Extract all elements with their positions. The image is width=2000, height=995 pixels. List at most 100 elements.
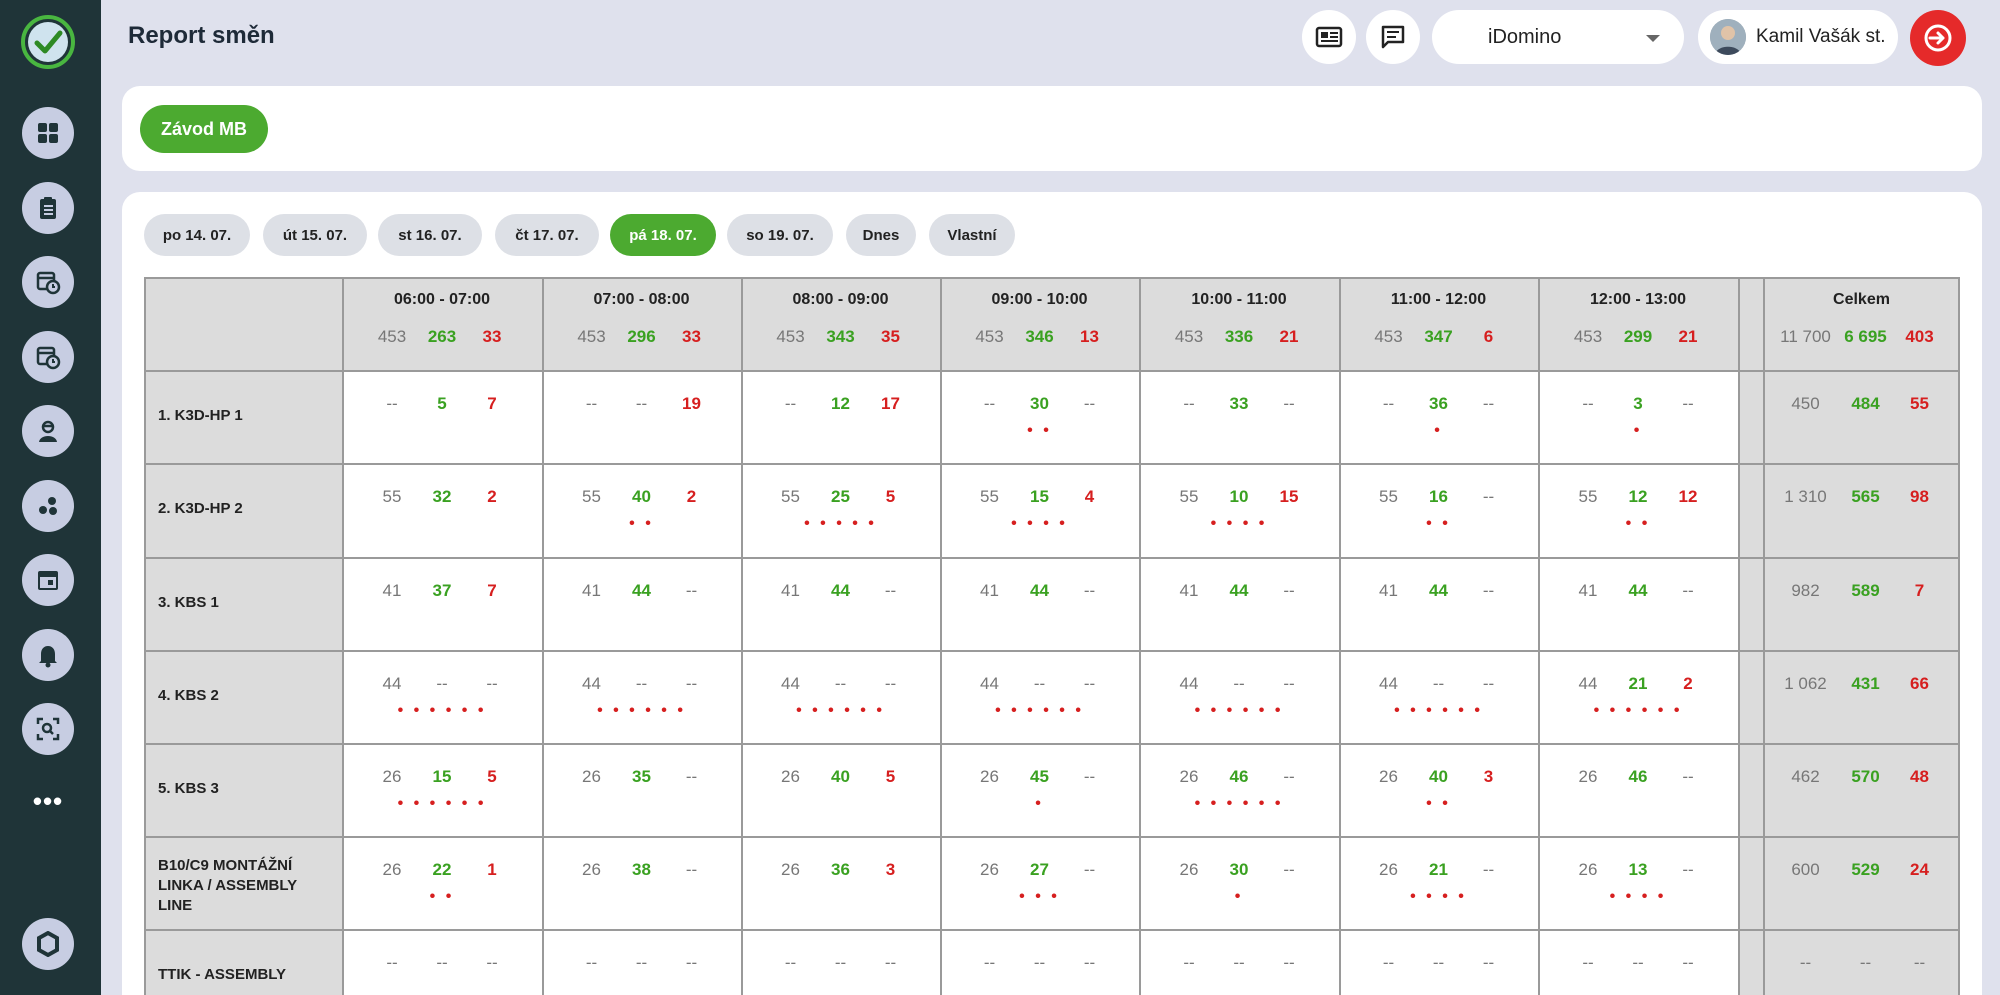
hour-plan-total: 453 xyxy=(1174,327,1204,346)
bell-icon[interactable] xyxy=(22,629,74,681)
plant-button[interactable]: Závod MB xyxy=(140,105,268,153)
day-tab[interactable]: pá 18. 07. xyxy=(610,214,716,256)
hour-bad-total: 13 xyxy=(1080,327,1099,346)
worker-icon[interactable] xyxy=(22,405,74,457)
settings-icon[interactable] xyxy=(22,918,74,970)
good-value: 33 xyxy=(1229,394,1249,413)
row-scrap-total: 48 xyxy=(1910,767,1929,786)
day-tab[interactable]: Vlastní xyxy=(929,214,1015,256)
row-divider xyxy=(144,370,1960,372)
scrap-value: -- xyxy=(1682,860,1694,879)
dots-cluster-icon[interactable] xyxy=(22,480,74,532)
day-tab[interactable]: út 15. 07. xyxy=(263,214,367,256)
scan-icon[interactable] xyxy=(22,703,74,755)
plan-value: 26 xyxy=(382,860,402,879)
plan-value: 26 xyxy=(582,860,601,879)
scrap-value: -- xyxy=(685,674,698,693)
plan-value: 26 xyxy=(781,860,800,879)
company-select-value: iDomino xyxy=(1488,25,1562,48)
shift-report-card: po 14. 07. út 15. 07. st 16. 07. čt 17. 07.… xyxy=(122,192,1982,995)
hour-column-header: 09:00 - 10:00 xyxy=(991,291,1088,308)
plan-value: -- xyxy=(784,953,797,972)
scrap-value: -- xyxy=(1682,767,1694,786)
good-value: -- xyxy=(635,394,648,413)
plan-value: 26 xyxy=(1179,767,1199,786)
good-value: 22 xyxy=(432,860,452,879)
plan-value: -- xyxy=(386,394,398,413)
more-menu-icon[interactable]: ••• xyxy=(22,786,74,816)
scrap-value: 7 xyxy=(487,394,497,413)
good-value: 40 xyxy=(831,767,850,786)
plan-value: 55 xyxy=(382,487,402,506)
calendar-clock-icon[interactable] xyxy=(22,256,74,308)
column-divider xyxy=(542,277,544,995)
row-plan-total: 1 310 xyxy=(1784,487,1827,506)
stoppage-dots: • • • • • • xyxy=(1194,795,1284,812)
hour-column-header: 12:00 - 13:00 xyxy=(1589,291,1687,308)
stoppage-dots: • • • • xyxy=(1210,515,1268,532)
app-logo-icon[interactable] xyxy=(20,14,76,70)
report-view-icon[interactable] xyxy=(1302,10,1356,64)
stoppage-dots: • • xyxy=(629,515,654,532)
hour-good-total: 299 xyxy=(1623,327,1653,346)
scrap-value: -- xyxy=(486,674,498,693)
user-name: Kamil Vašák st. xyxy=(1756,26,1886,47)
company-select[interactable]: iDomino xyxy=(1432,10,1684,64)
hour-good-total: 296 xyxy=(627,327,656,346)
schedule-icon[interactable] xyxy=(22,331,74,383)
row-label: B10/C9 MONTÁŽNÍ LINKA / ASSEMBLY LINE xyxy=(158,857,297,914)
scrap-value: -- xyxy=(1083,581,1096,600)
plan-value: 44 xyxy=(382,674,402,693)
column-divider xyxy=(144,277,146,995)
row-divider xyxy=(144,836,1960,838)
row-plan-total: 462 xyxy=(1791,767,1820,786)
hour-good-total: 347 xyxy=(1424,327,1453,346)
scrap-value: -- xyxy=(1283,860,1295,879)
hour-column-header: 10:00 - 11:00 xyxy=(1191,291,1287,308)
row-scrap-total: 55 xyxy=(1910,394,1929,413)
plan-value: 26 xyxy=(1379,767,1398,786)
good-value: 21 xyxy=(1429,860,1448,879)
good-value: 40 xyxy=(1429,767,1448,786)
chat-icon[interactable] xyxy=(1366,10,1420,64)
row-scrap-total: 24 xyxy=(1910,860,1929,879)
row-label: 5. KBS 3 xyxy=(158,780,219,797)
row-plan-total: 982 xyxy=(1791,581,1820,600)
column-divider xyxy=(940,277,942,995)
stoppage-dots: • • xyxy=(1625,515,1651,532)
plan-value: 26 xyxy=(1179,860,1199,879)
dashboard-icon[interactable] xyxy=(22,107,74,159)
day-tab[interactable]: Dnes xyxy=(846,214,916,256)
scrap-value: 7 xyxy=(487,581,497,600)
plan-value: -- xyxy=(1582,394,1594,413)
plan-value: -- xyxy=(1183,953,1195,972)
plant-filter-card: Závod MB xyxy=(122,86,1982,171)
stoppage-dots: • xyxy=(1633,422,1643,439)
plan-value: 44 xyxy=(1578,674,1598,693)
day-tab[interactable]: čt 17. 07. xyxy=(495,214,599,256)
hour-plan-total: 453 xyxy=(1374,327,1403,346)
logout-button[interactable] xyxy=(1910,10,1966,66)
clipboard-list-icon[interactable] xyxy=(22,182,74,234)
scrap-value: -- xyxy=(1283,394,1295,413)
day-tab[interactable]: po 14. 07. xyxy=(144,214,250,256)
scrap-value: 12 xyxy=(1678,487,1698,506)
stoppage-dots: • • • • • • xyxy=(1394,702,1483,719)
stoppage-dots: • • • • • • xyxy=(397,702,487,719)
stoppage-dots: • • • • • • xyxy=(796,702,885,719)
row-label: TTIK - ASSEMBLY xyxy=(158,966,287,983)
good-value: 46 xyxy=(1229,767,1249,786)
good-value: 12 xyxy=(831,394,850,413)
scrap-value: -- xyxy=(884,674,897,693)
good-value: 40 xyxy=(632,487,651,506)
good-value: 25 xyxy=(831,487,850,506)
day-tab[interactable]: so 19. 07. xyxy=(727,214,833,256)
day-tab[interactable]: st 16. 07. xyxy=(378,214,482,256)
user-menu[interactable]: Kamil Vašák st. xyxy=(1698,10,1898,64)
scrap-value: -- xyxy=(1083,767,1096,786)
calendar-icon[interactable] xyxy=(22,554,74,606)
hour-column-header: 07:00 - 08:00 xyxy=(593,291,690,308)
column-divider xyxy=(1139,277,1141,995)
row-divider xyxy=(144,463,1960,465)
column-divider xyxy=(1538,277,1540,995)
